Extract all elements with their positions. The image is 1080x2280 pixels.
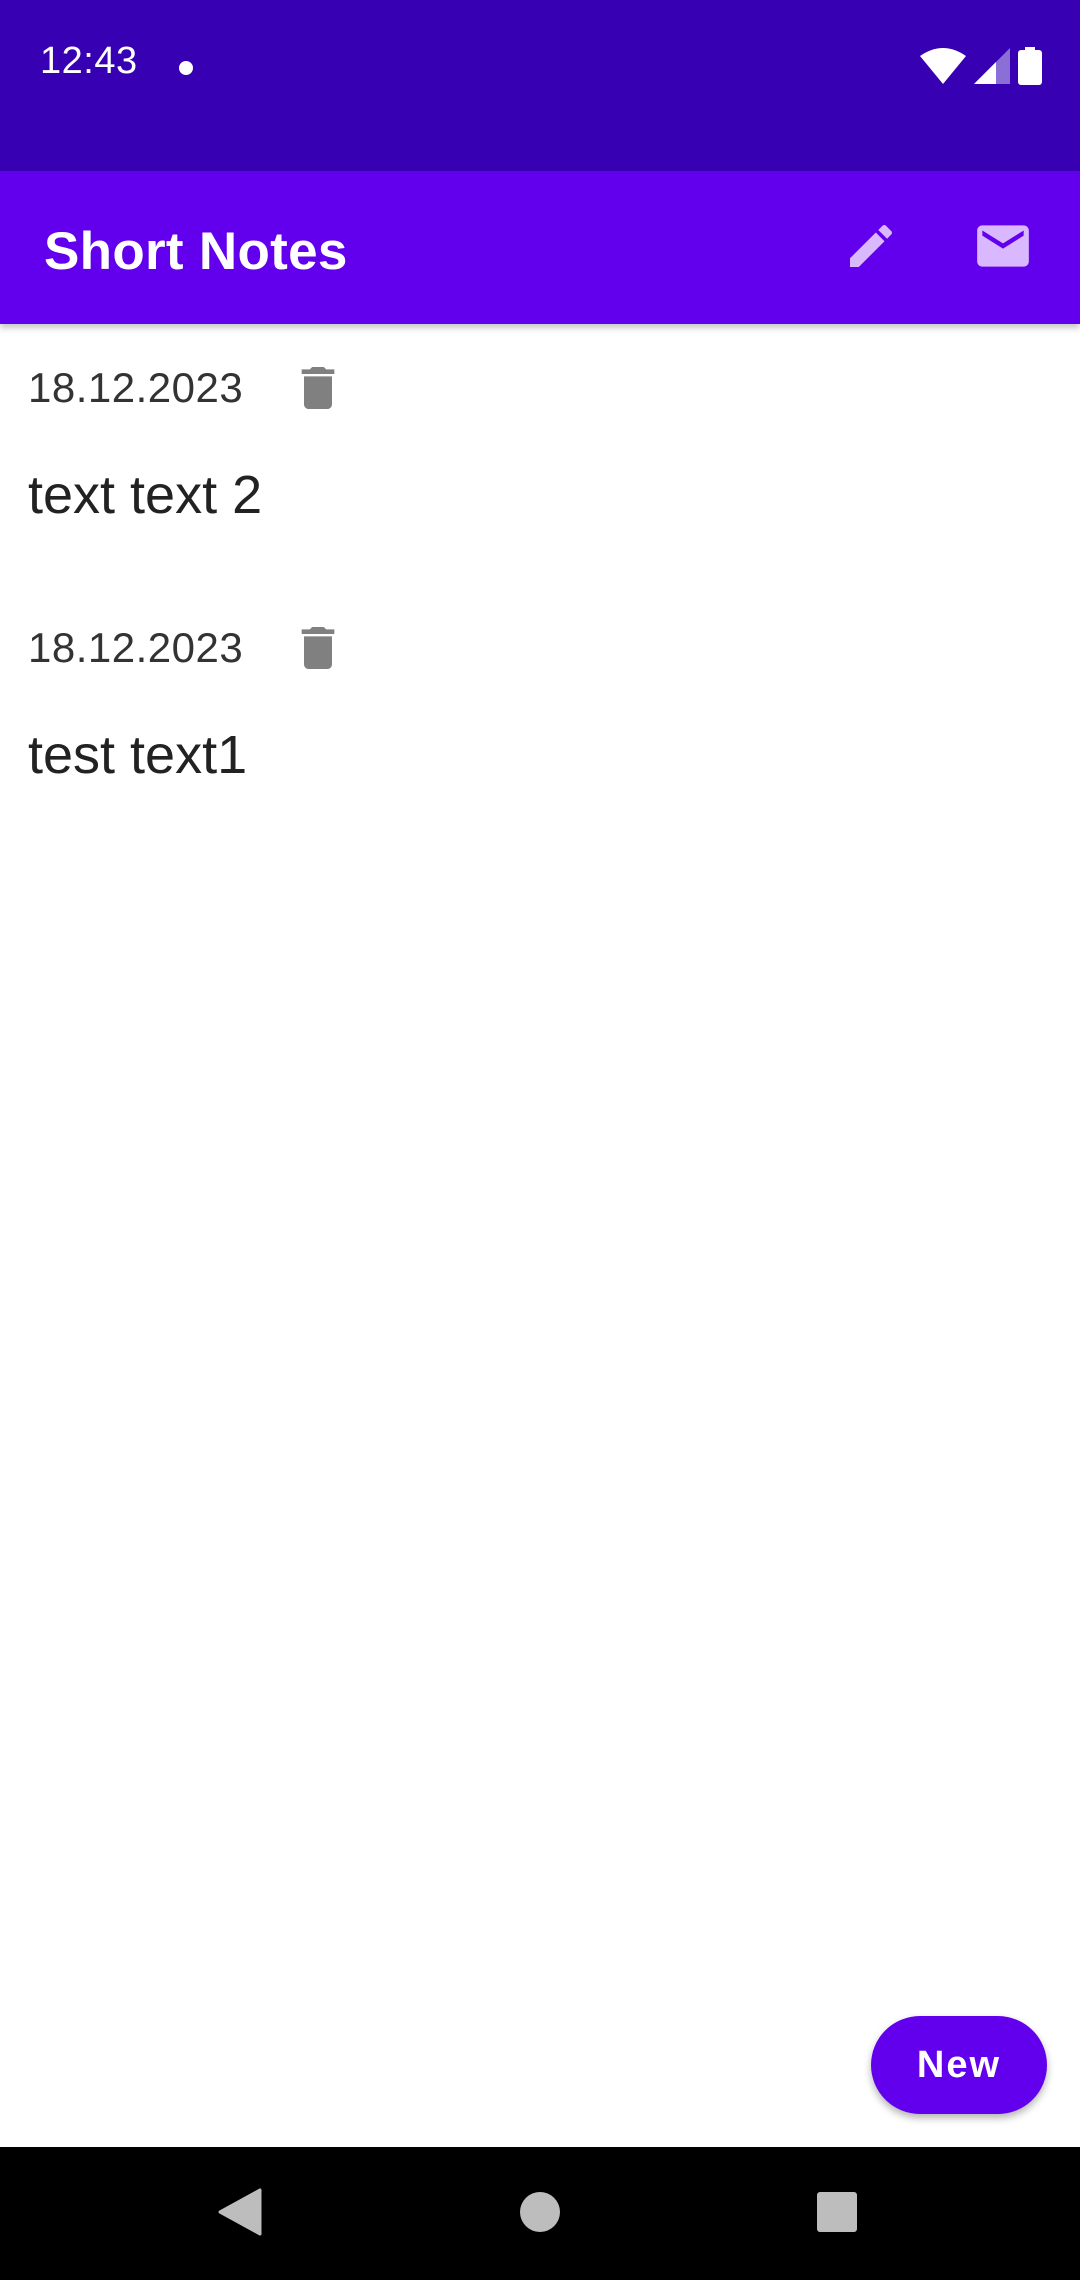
signal-icon	[974, 47, 1010, 89]
trash-icon	[300, 626, 336, 674]
mail-icon	[972, 215, 1034, 282]
new-note-button[interactable]: New	[871, 2016, 1047, 2114]
navigation-bar	[0, 2147, 1080, 2280]
nav-back-button[interactable]	[200, 2177, 280, 2251]
nav-recents-button[interactable]	[797, 2177, 877, 2251]
note-date: 18.12.2023	[28, 364, 244, 411]
mail-button[interactable]	[968, 213, 1038, 283]
status-time: 12:43	[40, 40, 138, 82]
back-triangle-icon	[218, 2188, 262, 2241]
new-note-label: New	[916, 2043, 1002, 2086]
delete-note-button[interactable]	[298, 626, 338, 674]
battery-icon	[1018, 46, 1042, 90]
status-bar: 12:43	[0, 0, 1080, 171]
note-date: 18.12.2023	[28, 624, 244, 671]
delete-note-button[interactable]	[298, 366, 338, 414]
note-item[interactable]: 18.12.2023 text text 2	[0, 324, 1080, 584]
trash-icon	[300, 366, 336, 414]
note-text: test text1	[28, 725, 248, 785]
edit-button[interactable]	[836, 213, 906, 283]
notification-dot-icon	[179, 61, 193, 75]
app-bar: Short Notes	[0, 171, 1080, 324]
notes-list: 18.12.2023 text text 2 18.12.2023 test t…	[0, 324, 1080, 844]
pencil-icon	[843, 218, 899, 279]
note-text: text text 2	[28, 465, 263, 525]
note-item[interactable]: 18.12.2023 test text1	[0, 584, 1080, 844]
home-circle-icon	[519, 2191, 561, 2238]
recents-square-icon	[816, 2191, 858, 2238]
nav-home-button[interactable]	[500, 2177, 580, 2251]
app-title: Short Notes	[44, 222, 348, 281]
status-icons	[920, 46, 1042, 90]
screen: 12:43 Short Notes 18.12.2023 text text 2…	[0, 0, 1080, 2280]
wifi-icon	[920, 47, 966, 89]
